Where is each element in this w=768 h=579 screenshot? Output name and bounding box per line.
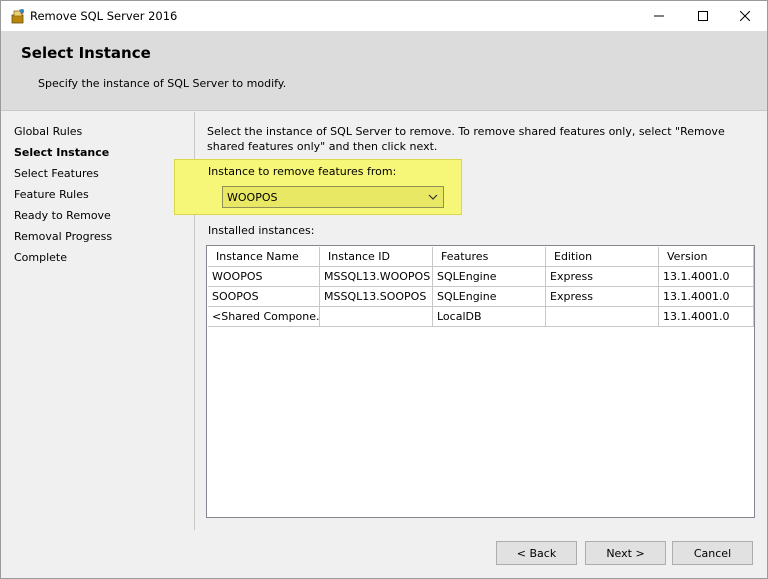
cell-instance-name: <Shared Compone... — [208, 307, 320, 327]
installed-instances-table: Instance Name Instance ID Features Editi… — [206, 245, 755, 518]
instance-label: Instance to remove features from: — [208, 165, 397, 178]
column-header-edition[interactable]: Edition — [546, 247, 659, 267]
column-header-features[interactable]: Features — [433, 247, 546, 267]
wizard-steps-nav: Global Rules Select Instance Select Feat… — [1, 112, 195, 530]
cell-features: SQLEngine — [433, 287, 546, 307]
close-button[interactable] — [722, 1, 768, 31]
window-title: Remove SQL Server 2016 — [30, 9, 178, 23]
cell-version: 13.1.4001.0 — [659, 307, 754, 327]
nav-item-select-features[interactable]: Select Features — [14, 167, 99, 180]
cell-edition: Express — [546, 267, 659, 287]
instructions-text: Select the instance of SQL Server to rem… — [207, 125, 725, 153]
column-header-instance-id[interactable]: Instance ID — [320, 247, 433, 267]
button-bar: < Back Next > Cancel — [1, 530, 767, 578]
installed-instances-label: Installed instances: — [208, 224, 315, 237]
title-bar: Remove SQL Server 2016 — [1, 1, 767, 31]
cancel-button[interactable]: Cancel — [672, 541, 753, 565]
cell-instance-id — [320, 307, 433, 327]
instance-dropdown-value: WOOPOS — [227, 191, 278, 204]
minimize-button[interactable] — [636, 1, 682, 31]
nav-item-feature-rules[interactable]: Feature Rules — [14, 188, 89, 201]
next-button[interactable]: Next > — [585, 541, 666, 565]
cell-instance-id: MSSQL13.SOOPOS — [320, 287, 433, 307]
cell-features: SQLEngine — [433, 267, 546, 287]
cell-instance-name: WOOPOS — [208, 267, 320, 287]
column-header-instance-name[interactable]: Instance Name — [208, 247, 320, 267]
installer-window: Remove SQL Server 2016 Select Instance S… — [0, 0, 768, 579]
nav-item-select-instance[interactable]: Select Instance — [14, 146, 109, 159]
cell-features: LocalDB — [433, 307, 546, 327]
close-icon — [740, 11, 750, 21]
nav-item-complete[interactable]: Complete — [14, 251, 67, 264]
minimize-icon — [654, 15, 664, 17]
cell-version: 13.1.4001.0 — [659, 267, 754, 287]
page-title: Select Instance — [21, 44, 151, 62]
sql-server-setup-icon — [11, 9, 24, 24]
back-button[interactable]: < Back — [496, 541, 577, 565]
cell-instance-name: SOOPOS — [208, 287, 320, 307]
nav-item-global-rules[interactable]: Global Rules — [14, 125, 82, 138]
page-header: Select Instance Specify the instance of … — [1, 31, 767, 111]
cell-edition: Express — [546, 287, 659, 307]
cell-edition — [546, 307, 659, 327]
nav-item-removal-progress[interactable]: Removal Progress — [14, 230, 112, 243]
cell-instance-id: MSSQL13.WOOPOS — [320, 267, 433, 287]
nav-item-ready-to-remove[interactable]: Ready to Remove — [14, 209, 111, 222]
instance-dropdown[interactable]: WOOPOS — [222, 186, 444, 208]
chevron-down-icon — [428, 194, 438, 200]
column-header-version[interactable]: Version — [659, 247, 754, 267]
maximize-button[interactable] — [680, 1, 726, 31]
page-subtitle: Specify the instance of SQL Server to mo… — [38, 77, 287, 90]
cell-version: 13.1.4001.0 — [659, 287, 754, 307]
maximize-icon — [698, 11, 708, 21]
